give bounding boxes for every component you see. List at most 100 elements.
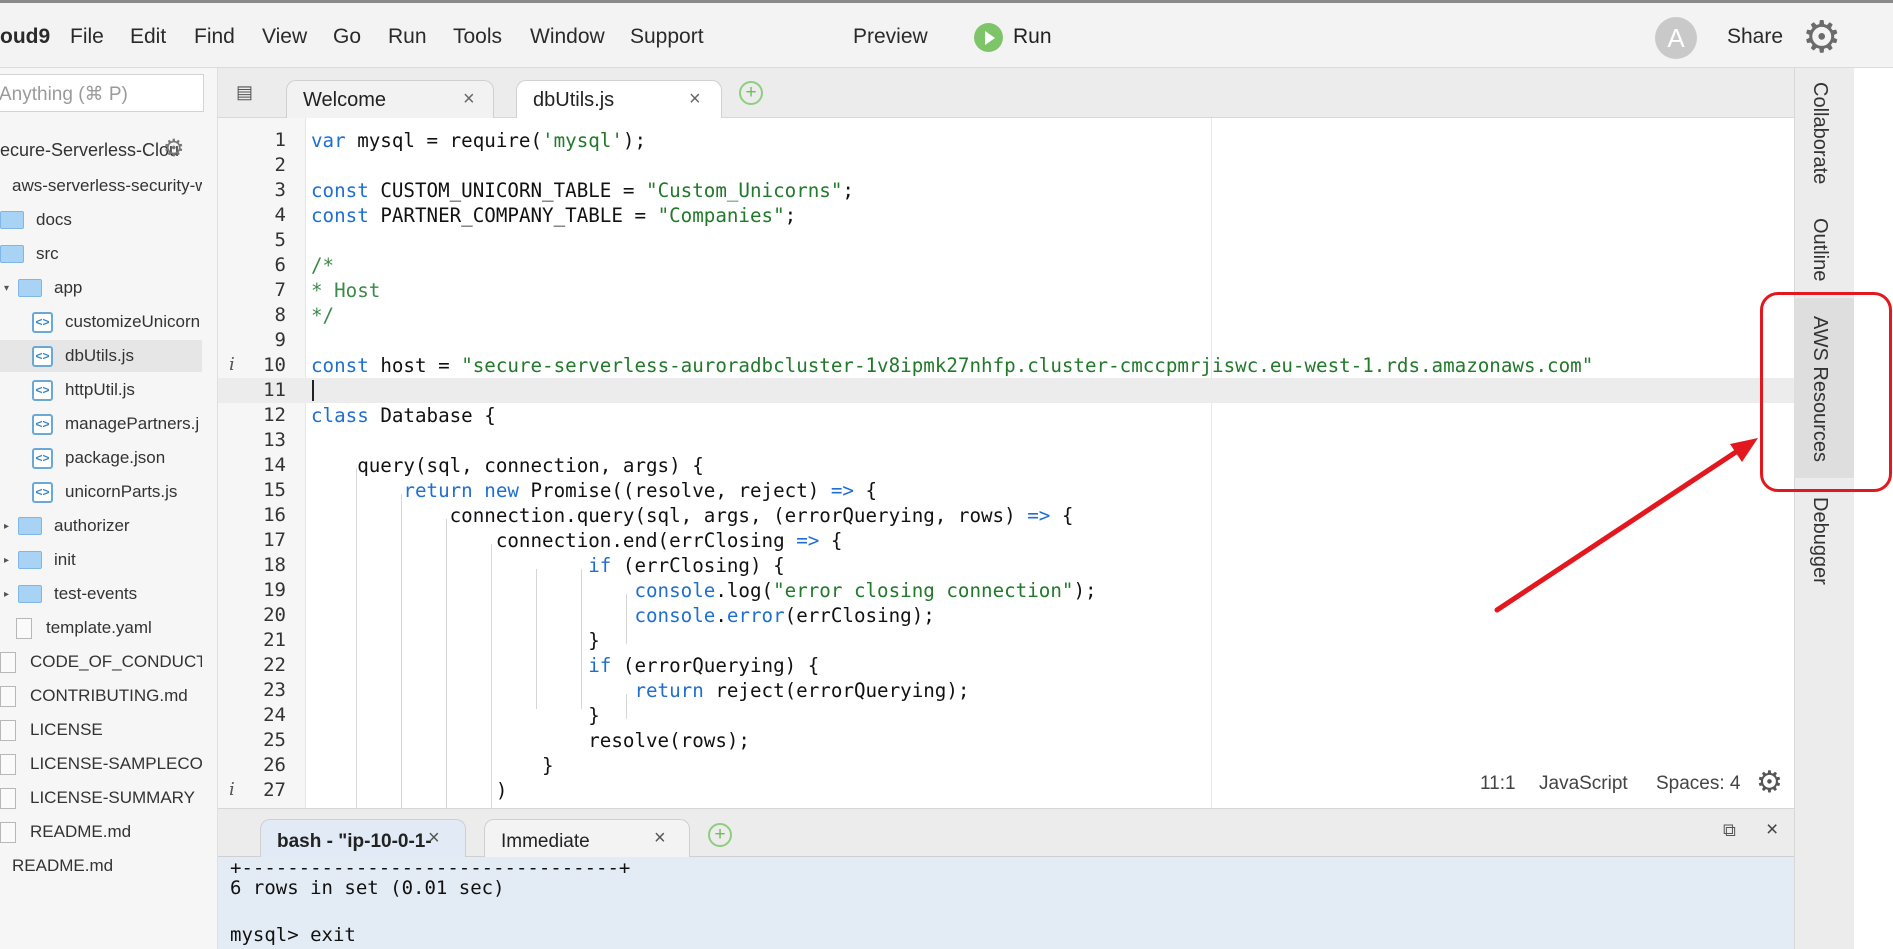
tree-item[interactable]: <> package.json	[0, 442, 202, 474]
close-icon[interactable]: ×	[428, 827, 440, 850]
tree-item[interactable]: docs	[0, 204, 202, 236]
close-icon[interactable]: ×	[689, 88, 701, 111]
tree-item-label: template.yaml	[46, 618, 152, 637]
info-icon[interactable]: i	[229, 779, 235, 800]
code-line: }	[311, 629, 600, 652]
tab-dbutils[interactable]: dbUtils.js ×	[516, 80, 722, 118]
tree-item[interactable]: README.md	[0, 850, 202, 882]
window-edge	[1854, 68, 1893, 949]
code-line: var mysql = require('mysql');	[311, 129, 647, 152]
tree-item[interactable]: <> customizeUnicorn	[0, 306, 202, 338]
close-icon[interactable]: ×	[1766, 818, 1778, 842]
line-number: 4	[274, 204, 286, 226]
menu-window[interactable]: Window	[530, 25, 605, 49]
tree-item-selected[interactable]: <> dbUtils.js	[0, 340, 202, 372]
app-brand[interactable]: oud9	[0, 25, 50, 49]
js-file-icon: <>	[32, 447, 53, 469]
code-line: }	[311, 704, 600, 727]
tab-label: Welcome	[303, 89, 386, 111]
add-tab-button[interactable]: +	[708, 823, 732, 847]
close-icon[interactable]: ×	[654, 827, 666, 850]
run-button[interactable]: Run	[974, 21, 1052, 53]
line-number: 23	[263, 679, 286, 701]
tree-item[interactable]: <> managePartners.j	[0, 408, 202, 440]
avatar[interactable]: A	[1655, 17, 1697, 59]
tree-item[interactable]: ▸ authorizer	[0, 510, 202, 542]
menu-tools[interactable]: Tools	[453, 25, 502, 49]
info-icon[interactable]: i	[229, 354, 235, 375]
chevron-right-icon[interactable]: ▸	[4, 589, 12, 600]
menu-go[interactable]: Go	[333, 25, 361, 49]
tree-item[interactable]: <> unicornParts.js	[0, 476, 202, 508]
tree-item-label: LICENSE-SUMMARY	[30, 788, 195, 807]
code-line: return reject(errorQuerying);	[634, 679, 970, 702]
line-number: 6	[274, 254, 286, 276]
line-number: 24	[263, 704, 286, 726]
tab-label: Immediate	[501, 831, 590, 852]
tab-outline[interactable]: Outline	[1808, 218, 1831, 281]
tree-item[interactable]: LICENSE-SAMPLECODI	[0, 748, 202, 780]
menu-support[interactable]: Support	[630, 25, 704, 49]
tree-item[interactable]: CODE_OF_CONDUCT.r	[0, 646, 202, 678]
tree-item-label: dbUtils.js	[65, 346, 134, 365]
print-margin	[1211, 118, 1212, 808]
add-tab-button[interactable]: +	[739, 81, 763, 105]
tree-item-label: init	[54, 550, 76, 569]
tree-item[interactable]: ▸ init	[0, 544, 202, 576]
tree-item[interactable]: CONTRIBUTING.md	[0, 680, 202, 712]
tree-item[interactable]: README.md	[0, 816, 202, 848]
tree-item[interactable]: ▸ test-events	[0, 578, 202, 610]
tree-item[interactable]: src	[0, 238, 202, 270]
document-icon	[0, 651, 16, 673]
tree-item-label: httpUtil.js	[65, 380, 135, 399]
gear-icon[interactable]: ⚙	[1802, 16, 1841, 60]
tree-item[interactable]: ▾ app	[0, 272, 202, 304]
gear-icon[interactable]: ⚙	[163, 134, 185, 163]
goto-anything-input[interactable]: Anything (⌘ P)	[0, 74, 204, 112]
chevron-right-icon[interactable]: ▸	[4, 521, 12, 532]
menu-edit[interactable]: Edit	[130, 25, 166, 49]
terminal-tab-bar: bash - "ip-10-0-1- × Immediate × +	[218, 808, 1794, 858]
line-number: 7	[274, 279, 286, 301]
document-icon	[0, 821, 16, 843]
menu-file[interactable]: File	[70, 25, 104, 49]
toggle-tree-icon[interactable]: ▤	[236, 82, 253, 103]
line-number: 1	[274, 129, 286, 151]
tree-item-label: LICENSE-SAMPLECODI	[30, 754, 202, 773]
chevron-down-icon[interactable]: ▾	[4, 283, 12, 294]
share-button[interactable]: Share	[1727, 25, 1783, 49]
chevron-right-icon[interactable]: ▸	[4, 555, 12, 566]
menu-run[interactable]: Run	[388, 25, 427, 49]
code-line: query(sql, connection, args) {	[311, 454, 704, 477]
preview-button[interactable]: Preview	[853, 25, 928, 49]
tree-item[interactable]: <> httpUtil.js	[0, 374, 202, 406]
folder-icon	[18, 279, 42, 297]
language-mode[interactable]: JavaScript	[1539, 773, 1628, 795]
cursor-position[interactable]: 11:1	[1480, 773, 1516, 795]
folder-icon	[18, 585, 42, 603]
line-number: 9	[274, 329, 286, 351]
menu-view[interactable]: View	[262, 25, 307, 49]
tree-item[interactable]: template.yaml	[0, 612, 202, 644]
file-tree: Anything (⌘ P) ecure-Serverless-Clou ⚙ a…	[0, 68, 218, 949]
tree-item-label: LICENSE	[30, 720, 103, 739]
code-line: resolve(rows);	[311, 729, 750, 752]
tree-item-label: CODE_OF_CONDUCT.r	[30, 652, 202, 671]
tree-item[interactable]: LICENSE	[0, 714, 202, 746]
tab-collaborate[interactable]: Collaborate	[1808, 82, 1831, 184]
close-icon[interactable]: ×	[463, 88, 475, 111]
line-number: 5	[274, 229, 286, 251]
tree-item[interactable]: aws-serverless-security-w	[0, 170, 202, 202]
tab-welcome[interactable]: Welcome ×	[286, 80, 494, 118]
maximize-icon[interactable]: ⧉	[1723, 820, 1736, 841]
line-number: 22	[263, 654, 286, 676]
gear-icon[interactable]: ⚙	[1756, 765, 1783, 800]
code-line: const PARTNER_COMPANY_TABLE = "Companies…	[311, 204, 797, 227]
code-line: connection.query(sql, args, (errorQueryi…	[311, 504, 1074, 527]
indent-setting[interactable]: Spaces: 4	[1656, 773, 1741, 795]
line-number: 15	[263, 479, 286, 501]
menu-find[interactable]: Find	[194, 25, 235, 49]
tree-item[interactable]: LICENSE-SUMMARY	[0, 782, 202, 814]
code-line: console.log("error closing connection");	[634, 579, 1097, 602]
tab-debugger[interactable]: Debugger	[1808, 497, 1831, 585]
